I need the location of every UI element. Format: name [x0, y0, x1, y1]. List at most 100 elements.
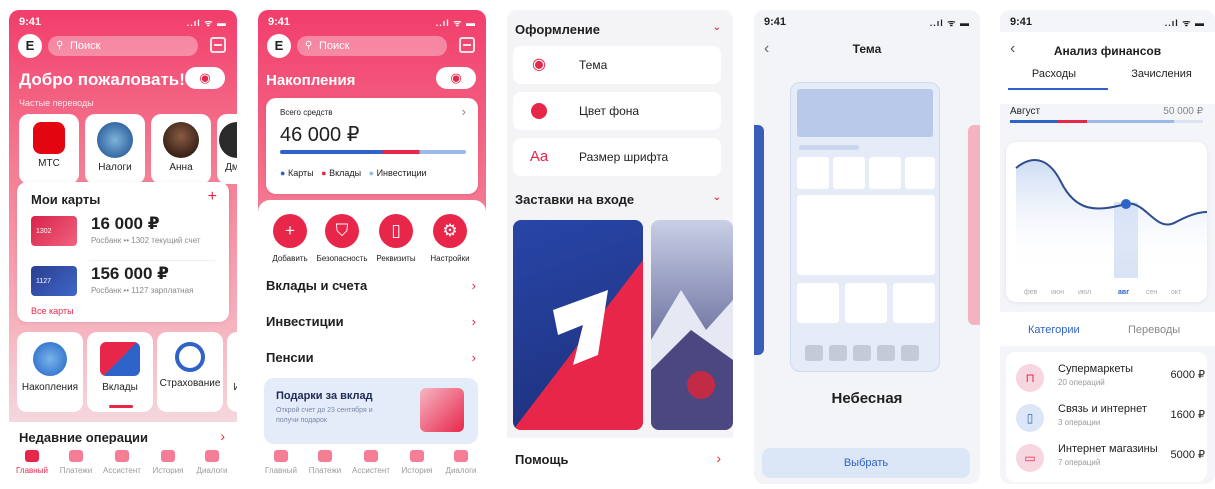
quick-transfer-dmitry[interactable]: Дмит	[217, 114, 237, 184]
option-label: Размер шрифта	[579, 150, 669, 164]
search-row: E ⚲ Поиск	[18, 34, 228, 60]
help-row[interactable]: Помощь ›	[507, 438, 733, 484]
search-input[interactable]: ⚲ Поиск	[297, 36, 447, 56]
add-card-button[interactable]: +	[208, 188, 217, 206]
quick-transfer-anna[interactable]: Анна	[151, 114, 211, 184]
shopping-bag-icon: ⊓	[1016, 364, 1044, 392]
tax-emblem-icon	[97, 122, 133, 158]
section-appearance[interactable]: Оформление ⌄	[515, 22, 721, 37]
theme-preview-prev[interactable]	[754, 125, 764, 355]
status-bar: 9:41 ..ıl ᯤ ▬	[1010, 16, 1205, 30]
preview-tile	[797, 283, 839, 323]
category-row[interactable]: ⊓ Супермаркеты 20 операций 6000 ₽	[1010, 360, 1205, 398]
category-count: 7 операций	[1058, 458, 1101, 467]
search-icon: ⚲	[56, 40, 64, 51]
total-card[interactable]: Всего средств › 46 000 ₽ ● Карты ● Вклад…	[266, 98, 478, 194]
quick-transfer-mts[interactable]: МТС	[19, 114, 79, 184]
row-investments[interactable]: Инвестиции ›	[266, 314, 476, 334]
category-row[interactable]: ▭ Интернет магазины 7 операций 5000 ₽	[1010, 440, 1205, 478]
qr-scan-icon[interactable]	[459, 37, 475, 53]
subtab-categories[interactable]: Категории	[1028, 324, 1080, 336]
nav-assistant[interactable]: Ассистент	[101, 450, 143, 475]
select-button[interactable]: Выбрать	[762, 448, 970, 478]
nav-payments[interactable]: Платежи	[304, 450, 346, 475]
quick-label: МТС	[38, 158, 60, 169]
card-subtitle: Росбанк •• 1127 зарплатная	[91, 286, 194, 295]
eye-icon[interactable]: ◉	[185, 67, 225, 89]
month-tick-selected[interactable]: авг	[1118, 289, 1129, 296]
month-tick: июн	[1051, 289, 1064, 296]
splash-option-logo[interactable]	[513, 220, 643, 430]
row-pensions[interactable]: Пенсии ›	[266, 350, 476, 370]
nav-home[interactable]: Главный	[11, 450, 53, 475]
tab-income[interactable]: Зачисления	[1108, 68, 1215, 80]
nav-history[interactable]: История	[396, 450, 438, 475]
finance-analysis-screen: 9:41 ..ıl ᯤ ▬ ‹ Анализ финансов Расходы …	[1000, 10, 1215, 484]
card-image: 1127	[31, 266, 77, 296]
product-savings[interactable]: Накопления	[17, 332, 83, 412]
expenses-line-chart: фев июн июл авг сен окт	[1015, 159, 1208, 296]
qr-scan-icon[interactable]	[210, 37, 226, 53]
nav-assistant[interactable]: Ассистент	[350, 450, 392, 475]
all-cards-link[interactable]: Все карты	[31, 306, 74, 316]
search-input[interactable]: ⚲ Поиск	[48, 36, 198, 56]
assistant-icon	[115, 450, 129, 462]
legend-item: Вклады	[329, 168, 362, 178]
status-bar: 9:41 ..ıl ᯤ ▬	[268, 16, 476, 30]
nav-dialogs[interactable]: Диалоги	[440, 450, 482, 475]
font-size-icon: Aa	[529, 148, 549, 165]
card-amount: 16 000 ₽	[91, 214, 160, 233]
card-row[interactable]: 1302 16 000 ₽ Росбанк •• 1302 текущий сч…	[31, 214, 219, 256]
deposits-icon	[100, 342, 140, 376]
action-settings[interactable]: ⚙ Настройки	[424, 214, 476, 263]
option-font-size[interactable]: Aa Размер шрифта	[513, 138, 721, 176]
theme-preview-current[interactable]	[790, 82, 940, 372]
action-security[interactable]: ⛉ Безопасность	[316, 214, 368, 263]
tab-indicator	[1008, 88, 1108, 90]
preview-tile	[797, 157, 829, 189]
card-row[interactable]: 1127 156 000 ₽ Росбанк •• 1127 зарплатна…	[31, 264, 219, 306]
signal-icon: ..ıl ᯤ ▬	[1164, 18, 1205, 28]
section-splash[interactable]: Заставки на входе ⌄	[515, 192, 721, 207]
distribution-bar	[280, 150, 466, 154]
category-amount: 6000 ₽	[1170, 369, 1205, 381]
category-name: Супермаркеты	[1058, 363, 1134, 375]
chart-selected-point[interactable]	[1121, 199, 1131, 209]
chevron-right-icon[interactable]: ›	[220, 428, 225, 444]
nav-dialogs[interactable]: Диалоги	[191, 450, 233, 475]
preview-line	[799, 145, 859, 150]
avatar[interactable]: E	[267, 34, 291, 58]
action-requisites[interactable]: ▯ Реквизиты	[370, 214, 422, 263]
product-insurance[interactable]: Страхование	[157, 332, 223, 412]
subtab-transfers[interactable]: Переводы	[1128, 324, 1180, 336]
tab-expenses[interactable]: Расходы	[1000, 68, 1108, 80]
avatar[interactable]: E	[18, 34, 42, 58]
category-name: Связь и интернет	[1058, 403, 1147, 415]
preview-tile	[833, 157, 865, 189]
action-add[interactable]: + Добавить	[264, 214, 316, 263]
promo-banner[interactable]: Подарки за вклад Открой счет до 23 сентя…	[264, 378, 478, 444]
category-row[interactable]: ▯ Связь и интернет 3 операции 1600 ₽	[1010, 400, 1205, 438]
option-bg-color[interactable]: Цвет фона	[513, 92, 721, 130]
nav-label: Диалоги	[196, 466, 228, 475]
chat-icon	[205, 450, 219, 462]
preview-tile	[893, 283, 935, 323]
shield-icon: ⛉	[325, 214, 359, 248]
product-deposits[interactable]: Вклады	[87, 332, 153, 412]
bank-logo-icon	[513, 260, 643, 430]
product-label: Накопления	[21, 382, 79, 393]
splash-option-mountains[interactable]	[651, 220, 733, 430]
nav-history[interactable]: История	[147, 450, 189, 475]
mts-logo-icon	[33, 122, 65, 154]
nav-payments[interactable]: Платежи	[55, 450, 97, 475]
theme-preview-next[interactable]	[968, 125, 980, 325]
contact-avatar	[163, 122, 199, 158]
nav-home[interactable]: Главный	[260, 450, 302, 475]
option-theme[interactable]: ◉ Тема	[513, 46, 721, 84]
product-more[interactable]: И	[227, 332, 237, 412]
eye-icon[interactable]: ◉	[436, 67, 476, 89]
option-label: Цвет фона	[579, 104, 640, 118]
quick-transfer-taxes[interactable]: Налоги	[85, 114, 145, 184]
row-deposits[interactable]: Вклады и счета ›	[266, 278, 476, 298]
status-bar: 9:41 ..ıl ᯤ ▬	[19, 16, 227, 30]
